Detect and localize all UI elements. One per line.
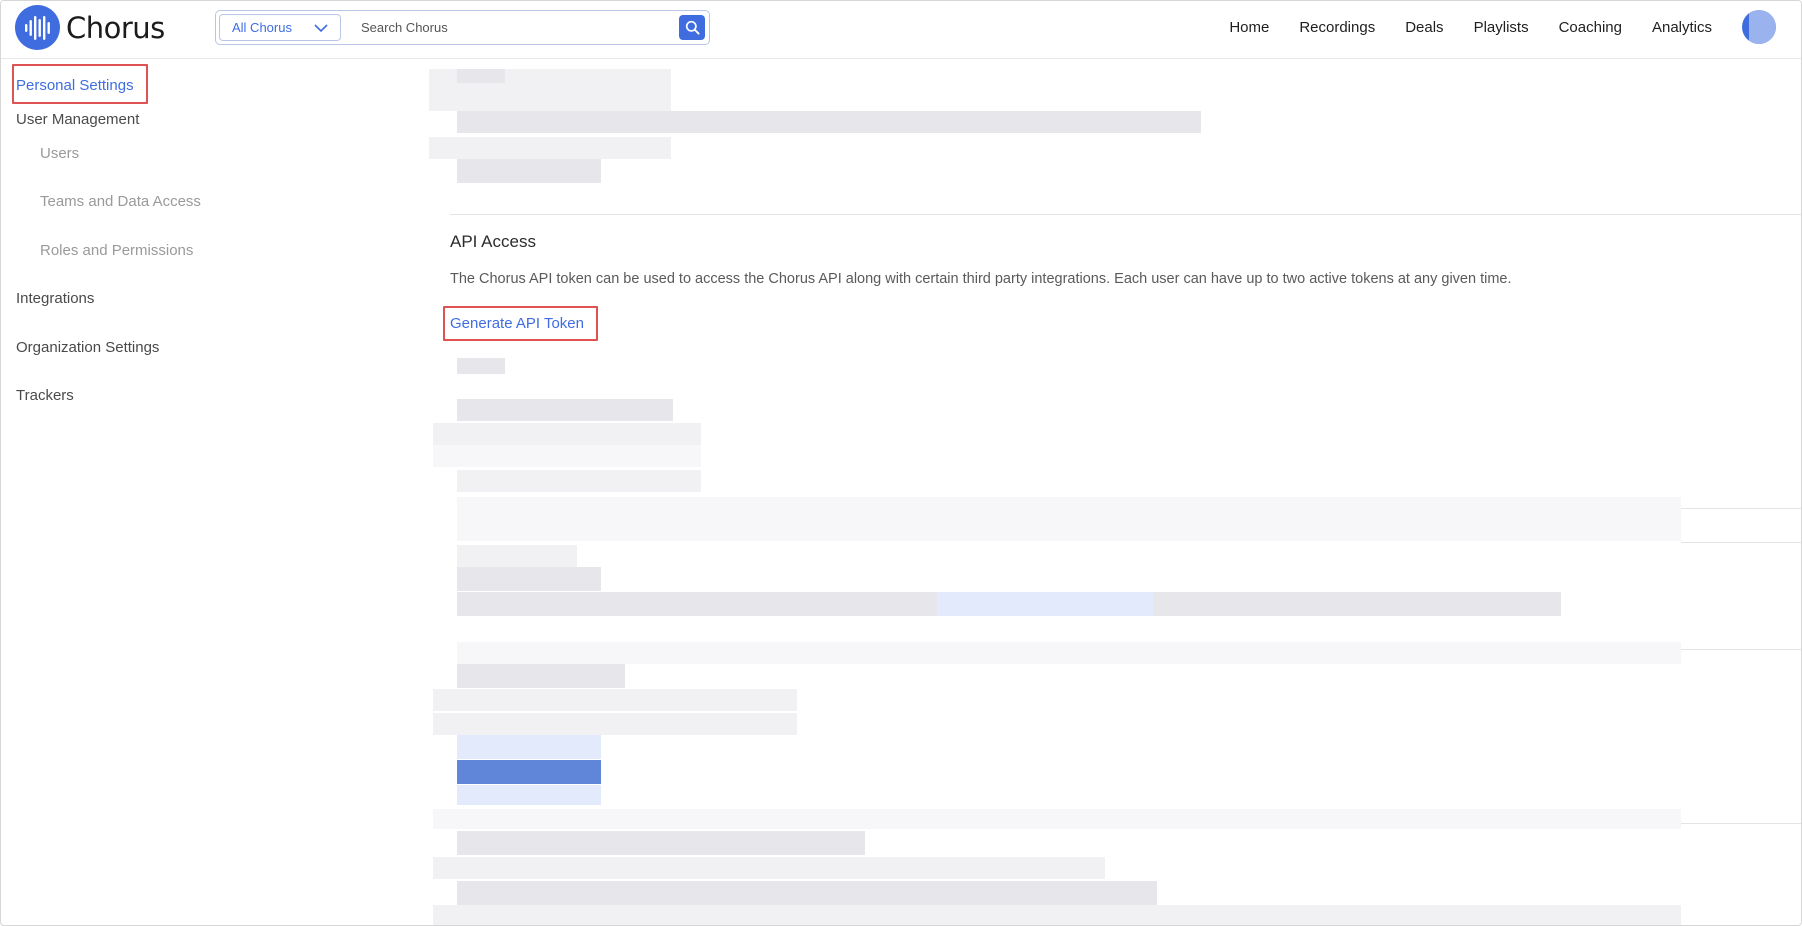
redacted-block [457, 399, 673, 421]
redacted-block [457, 642, 1681, 664]
top-bar: Chorus All Chorus Home Recordings Deals … [1, 1, 1801, 59]
nav-coaching[interactable]: Coaching [1559, 19, 1622, 36]
divider [1681, 508, 1801, 509]
redacted-block [433, 857, 1105, 879]
nav-playlists[interactable]: Playlists [1474, 19, 1529, 36]
redacted-block [433, 905, 1681, 925]
sidebar-item-teams-data-access[interactable]: Teams and Data Access [40, 193, 201, 210]
redacted-block [457, 497, 1681, 519]
sidebar-item-integrations[interactable]: Integrations [16, 290, 94, 307]
redacted-block [457, 831, 865, 855]
chorus-logo[interactable]: Chorus [15, 5, 165, 50]
divider [1681, 823, 1801, 824]
app-window: Chorus All Chorus Home Recordings Deals … [0, 0, 1802, 926]
user-avatar[interactable] [1742, 10, 1776, 44]
search-scope-label: All Chorus [232, 20, 292, 35]
redacted-block [429, 91, 671, 111]
search-bar: All Chorus [215, 10, 710, 45]
redacted-block [457, 111, 1201, 133]
brand-name: Chorus [66, 10, 165, 45]
redacted-block [457, 69, 505, 83]
sidebar-item-trackers[interactable]: Trackers [16, 387, 74, 404]
redacted-block [457, 519, 1681, 541]
redacted-block [433, 809, 1681, 829]
divider [450, 214, 1801, 215]
generate-api-token-link[interactable]: Generate API Token [450, 315, 584, 332]
redacted-block [433, 423, 701, 445]
redacted-block [433, 713, 797, 735]
search-input[interactable] [361, 20, 681, 35]
sound-wave-icon [15, 5, 60, 50]
redacted-block [457, 358, 505, 374]
redacted-block [457, 760, 601, 784]
redacted-block [457, 785, 601, 805]
api-access-description: The Chorus API token can be used to acce… [450, 271, 1512, 287]
nav-home[interactable]: Home [1229, 19, 1269, 36]
chevron-down-icon [314, 23, 328, 32]
redacted-block [457, 545, 577, 567]
main-nav: Home Recordings Deals Playlists Coaching… [1199, 1, 1712, 53]
redacted-block [457, 159, 601, 183]
sidebar-item-organization-settings[interactable]: Organization Settings [16, 339, 159, 356]
redacted-block [433, 445, 701, 467]
redacted-block [457, 470, 701, 492]
api-access-title: API Access [450, 232, 536, 251]
nav-deals[interactable]: Deals [1405, 19, 1443, 36]
redacted-block [429, 137, 671, 159]
divider [1681, 542, 1801, 543]
redacted-block [937, 592, 1153, 616]
search-button[interactable] [679, 15, 705, 40]
sidebar-item-personal-settings[interactable]: Personal Settings [16, 77, 134, 94]
redacted-block [457, 664, 625, 688]
redacted-block [457, 881, 1157, 905]
redacted-block [433, 689, 797, 711]
search-scope-dropdown[interactable]: All Chorus [219, 14, 341, 41]
nav-recordings[interactable]: Recordings [1299, 19, 1375, 36]
sidebar-item-user-management[interactable]: User Management [16, 111, 139, 128]
divider [1681, 649, 1801, 650]
nav-analytics[interactable]: Analytics [1652, 19, 1712, 36]
search-icon [685, 20, 700, 35]
sidebar-item-roles-permissions[interactable]: Roles and Permissions [40, 242, 193, 259]
settings-content: API Access The Chorus API token can be u… [429, 59, 1801, 925]
settings-sidebar: Personal Settings User Management Users … [1, 59, 431, 919]
redacted-block [457, 567, 601, 591]
redacted-block [457, 735, 601, 759]
sidebar-item-users[interactable]: Users [40, 145, 79, 162]
